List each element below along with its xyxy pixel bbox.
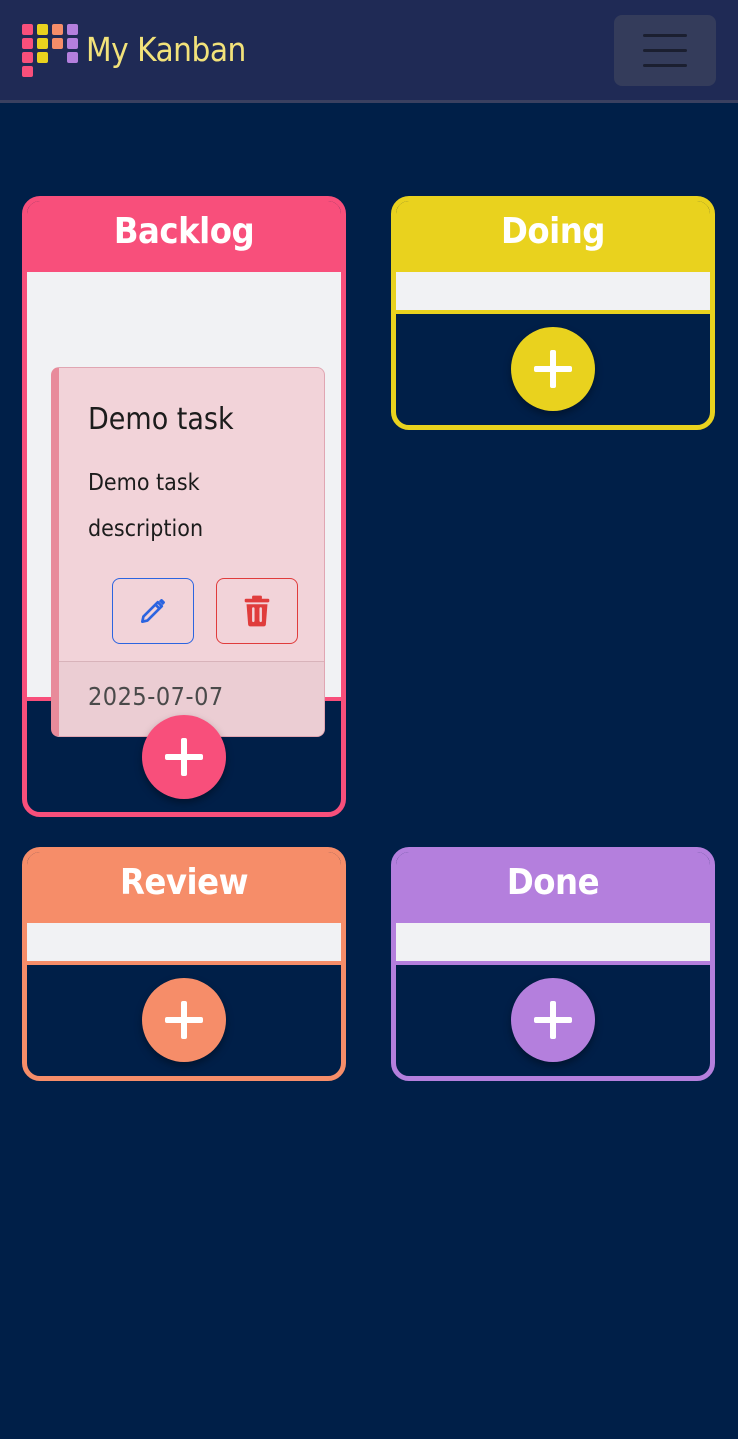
- column-header: Review: [27, 852, 341, 923]
- add-task-button[interactable]: [142, 978, 226, 1062]
- column-backlog: Backlog Demo task Demo task description: [22, 196, 346, 817]
- column-footer: [396, 314, 710, 425]
- task-list: [27, 923, 341, 965]
- task-list: [396, 923, 710, 965]
- pencil-icon: [141, 599, 165, 623]
- edit-task-button[interactable]: [112, 578, 194, 644]
- column-review: Review: [22, 847, 346, 1081]
- app-title: My Kanban: [86, 30, 246, 69]
- task-title: Demo task: [88, 402, 234, 437]
- task-list: [396, 272, 710, 314]
- column-footer: [396, 965, 710, 1076]
- column-title: Doing: [501, 210, 606, 252]
- navbar: My Kanban: [0, 0, 738, 103]
- column-header: Done: [396, 852, 710, 923]
- add-task-button[interactable]: [511, 327, 595, 411]
- column-title: Backlog: [113, 210, 255, 252]
- column-footer: [27, 965, 341, 1076]
- task-description: Demo task description: [88, 470, 204, 542]
- column-title: Review: [119, 861, 249, 903]
- column-header: Backlog: [27, 201, 341, 272]
- column-footer: [27, 701, 341, 812]
- task-list: Demo task Demo task description 2025-07-…: [27, 272, 341, 737]
- logo-icon: [22, 22, 80, 78]
- column-header: Doing: [396, 201, 710, 272]
- brand[interactable]: My Kanban: [22, 22, 246, 78]
- menu-toggle-button[interactable]: [614, 15, 716, 86]
- trash-icon: [244, 595, 270, 627]
- delete-task-button[interactable]: [216, 578, 298, 644]
- add-task-button[interactable]: [142, 715, 226, 799]
- add-task-button[interactable]: [511, 978, 595, 1062]
- column-done: Done: [391, 847, 715, 1081]
- column-title: Done: [506, 861, 600, 903]
- column-doing: Doing: [391, 196, 715, 430]
- task-card[interactable]: Demo task Demo task description 2025-07-…: [51, 367, 325, 737]
